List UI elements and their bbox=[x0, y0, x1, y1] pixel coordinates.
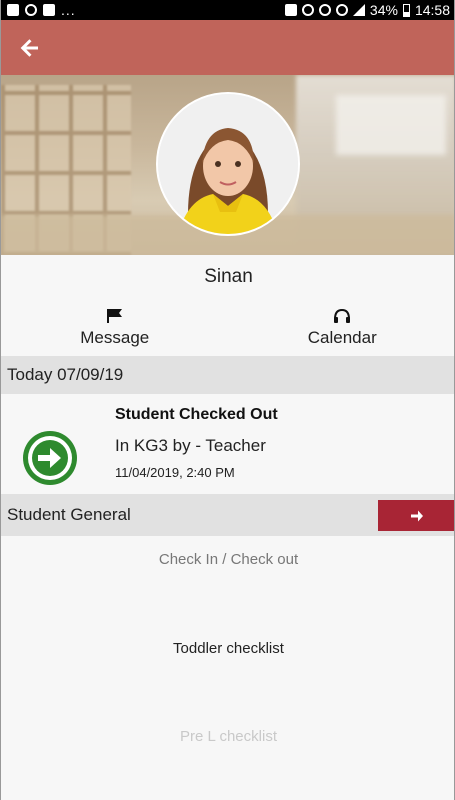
menu-item-pre-l-checklist[interactable]: Pre L checklist bbox=[1, 728, 454, 745]
signal-icon bbox=[352, 4, 365, 16]
arrow-circle-right-icon bbox=[23, 431, 77, 485]
status-bar-left: ... bbox=[7, 2, 76, 18]
clock: 14:58 bbox=[414, 2, 450, 18]
today-header: Today 07/09/19 bbox=[1, 356, 454, 394]
activity-title: Student Checked Out bbox=[115, 406, 278, 423]
battery-icon bbox=[402, 3, 410, 17]
flag-icon bbox=[106, 309, 122, 323]
status-bar: ... 34% 14:58 bbox=[1, 0, 454, 20]
lock-icon bbox=[284, 4, 297, 16]
student-general-button[interactable] bbox=[378, 500, 454, 531]
headphones-icon bbox=[334, 308, 351, 323]
activity-item[interactable]: Student Checked Out In KG3 by - Teacher … bbox=[1, 394, 454, 494]
wifi-icon bbox=[335, 4, 348, 16]
mute-icon bbox=[301, 4, 314, 16]
calendar-label: Calendar bbox=[307, 328, 377, 347]
app-frame: ... 34% 14:58 Sinan Message Calendar Tod… bbox=[0, 0, 455, 800]
menu-item-toddler-checklist[interactable]: Toddler checklist bbox=[1, 640, 454, 657]
alarm-icon bbox=[318, 4, 331, 16]
student-name: Sinan bbox=[204, 266, 253, 287]
gallery-icon bbox=[7, 4, 19, 16]
instagram-icon bbox=[25, 4, 37, 16]
back-button[interactable] bbox=[15, 33, 45, 63]
arrow-left-icon bbox=[20, 38, 38, 57]
message-action[interactable]: Message bbox=[1, 308, 229, 354]
student-avatar bbox=[156, 92, 300, 236]
banner-background-window bbox=[336, 95, 446, 155]
message-label: Message bbox=[80, 328, 150, 347]
activity-timestamp: 11/04/2019, 2:40 PM bbox=[115, 465, 235, 480]
status-bar-right: 34% 14:58 bbox=[284, 2, 450, 18]
activity-description: In KG3 by - Teacher bbox=[115, 436, 266, 455]
student-general-header: Student General bbox=[1, 494, 454, 536]
chat-icon bbox=[43, 4, 55, 16]
profile-actions: Message Calendar bbox=[1, 308, 455, 354]
student-general-label: Student General bbox=[7, 505, 131, 524]
arrow-right-icon bbox=[411, 510, 423, 521]
overflow-notifications: ... bbox=[61, 2, 76, 18]
menu-item-check-in-out[interactable]: Check In / Check out bbox=[1, 551, 454, 568]
calendar-action[interactable]: Calendar bbox=[229, 308, 455, 354]
app-bar bbox=[1, 20, 454, 75]
battery-percent: 34% bbox=[369, 2, 398, 18]
